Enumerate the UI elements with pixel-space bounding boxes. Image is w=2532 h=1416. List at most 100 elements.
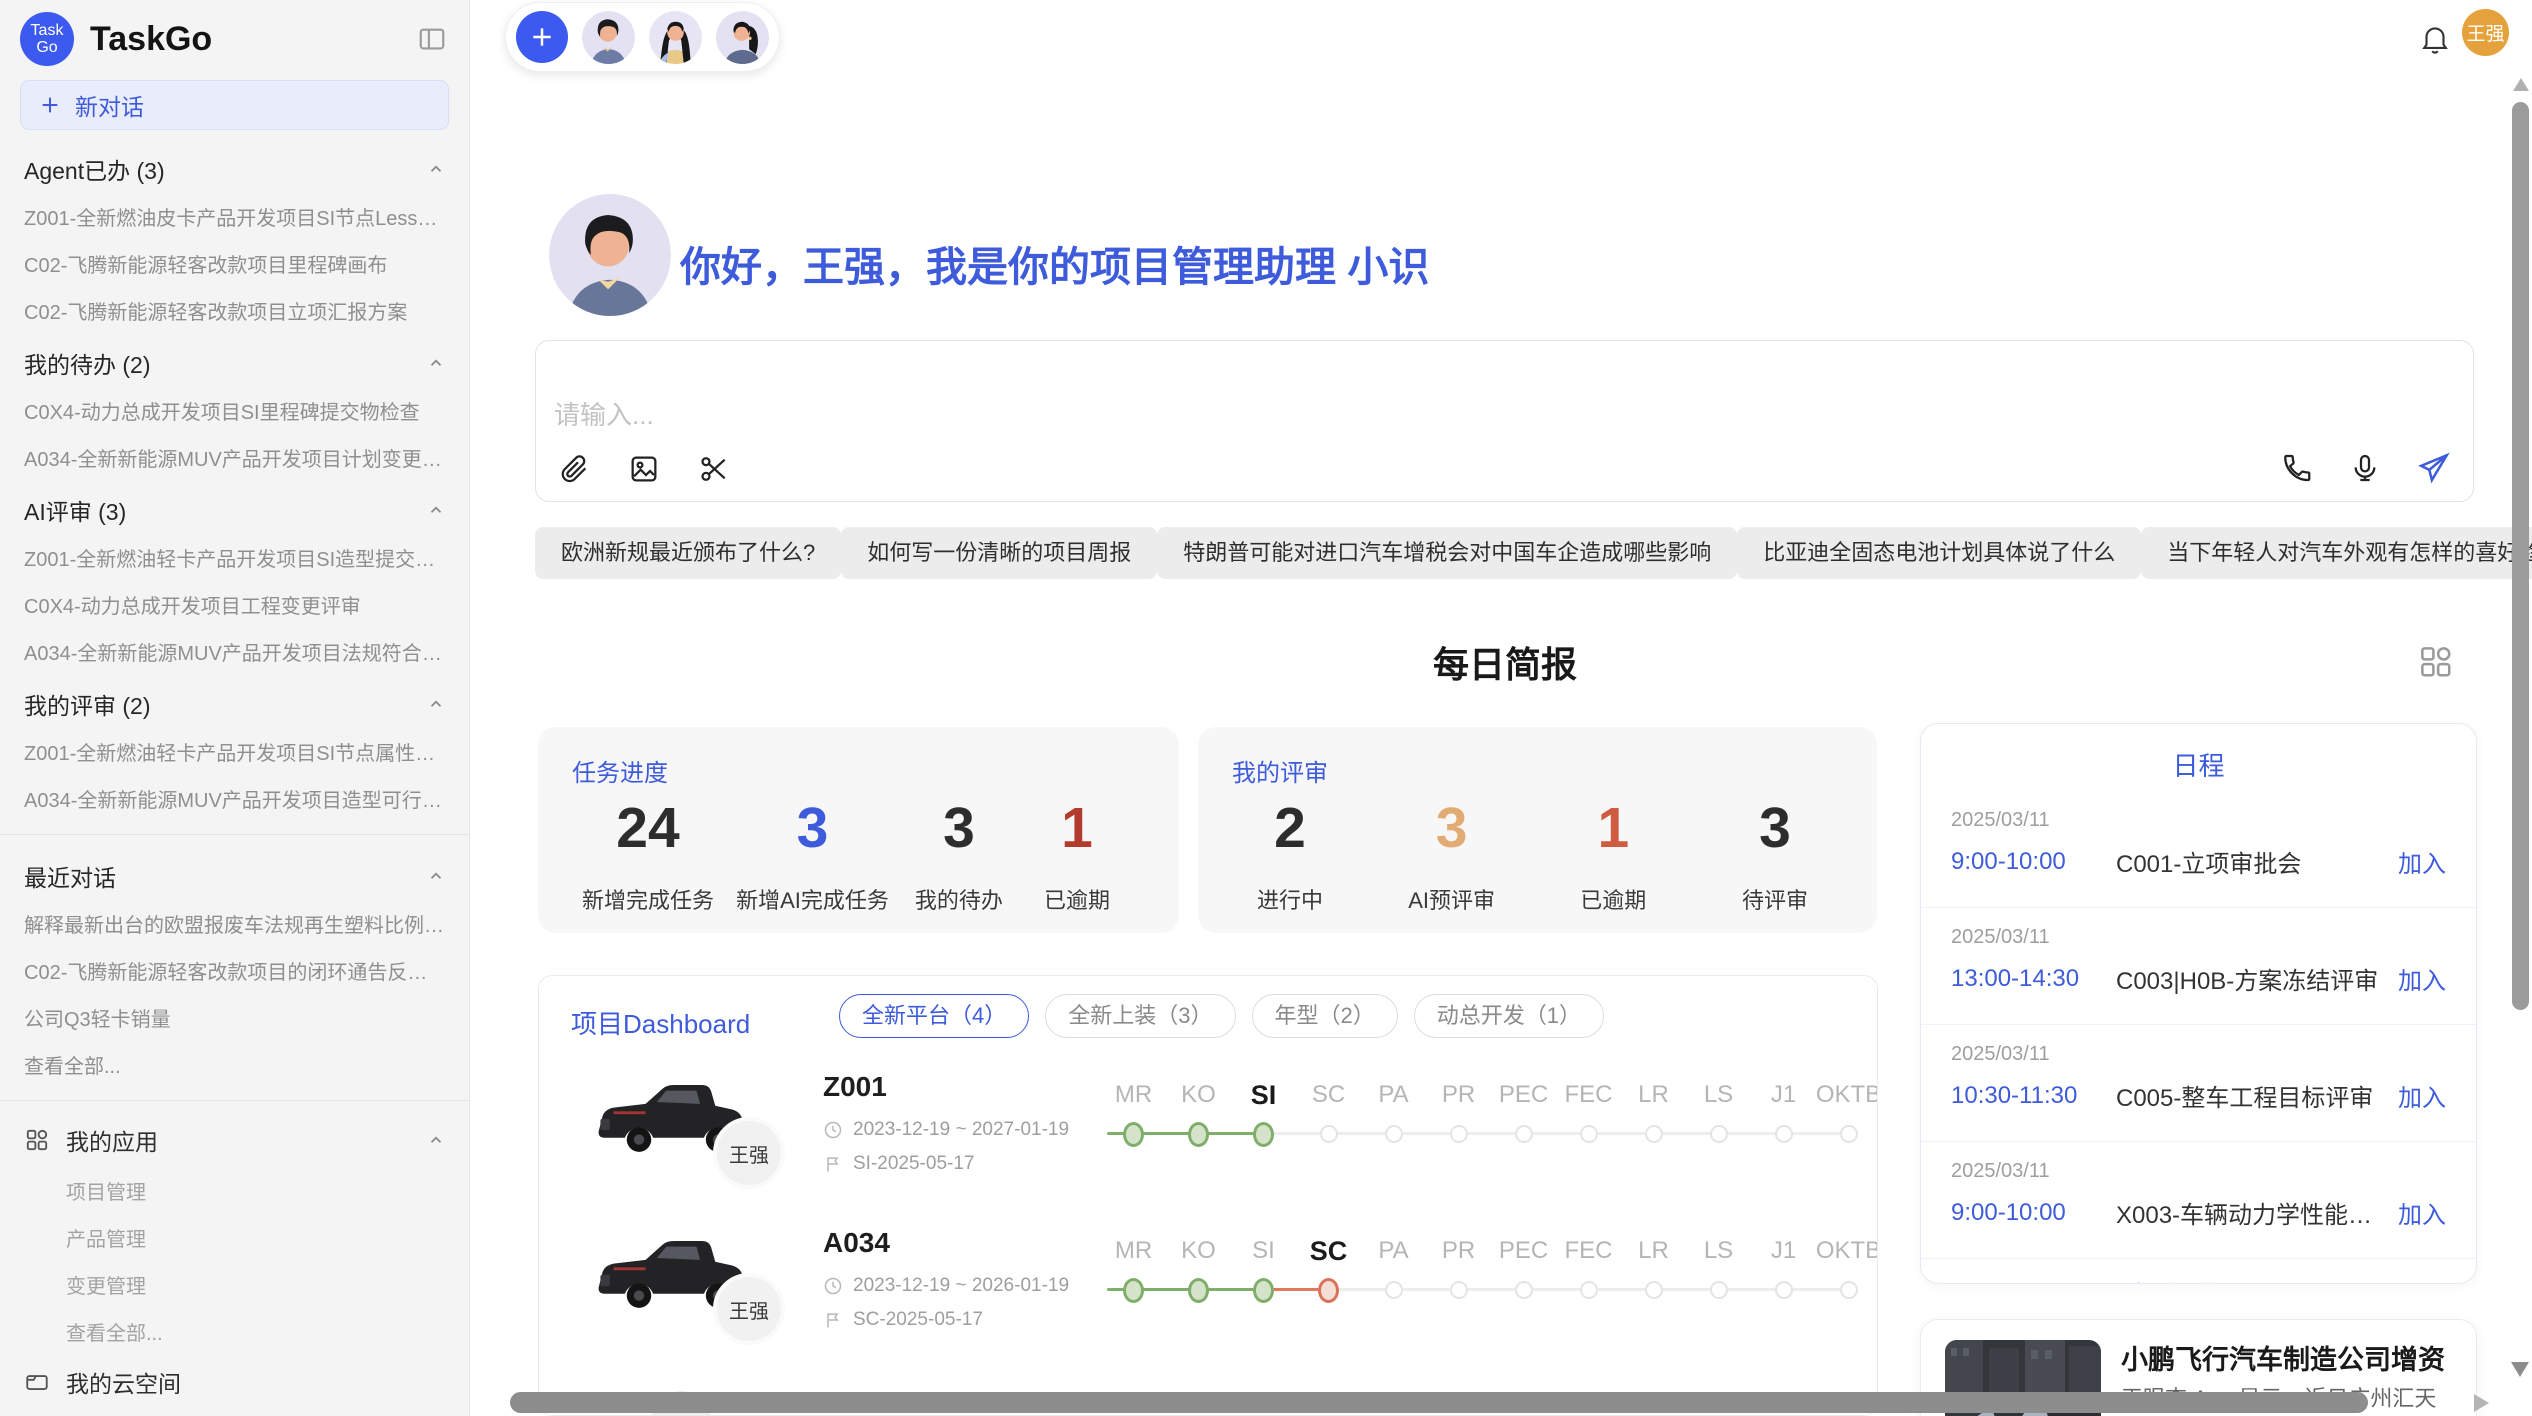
flag-icon: [823, 1154, 843, 1174]
milestone-label: MR: [1115, 1235, 1152, 1267]
microphone-icon: [2349, 452, 2381, 484]
milestone-dot: [1450, 1125, 1468, 1143]
project-flag-text: SC-2025-05-17: [853, 1309, 983, 1331]
stat-label: 新增AI完成任务: [736, 883, 889, 915]
sidebar-item[interactable]: A034-全新新能源MUV产品开发项目计划变更表编写: [0, 434, 469, 481]
event-name: C005-整车工程目标评审: [2116, 1078, 2386, 1113]
project-row-z001[interactable]: 王强 Z001 2023-12-19 ~ 2027-01-19 SI-2025-…: [571, 1061, 1851, 1217]
add-member-button[interactable]: [516, 11, 568, 63]
sidebar-item[interactable]: Z001-全新燃油皮卡产品开发项目SI节点Lesson Learn报告: [0, 193, 469, 240]
sidebar-item-cloud-space[interactable]: 我的云空间: [0, 1355, 469, 1409]
briefing-layout-button[interactable]: [2412, 638, 2458, 684]
suggestion-chip[interactable]: 欧洲新规最近颁布了什么?: [535, 527, 841, 579]
stat-column: 3 我的待办: [911, 799, 1007, 915]
sidebar-group-my-todo[interactable]: 我的待办 (2): [0, 334, 469, 387]
scroll-down-arrow[interactable]: [2511, 1362, 2529, 1377]
milestone-label: LR: [1638, 1079, 1669, 1111]
phone-icon: [2281, 452, 2313, 484]
join-link[interactable]: 加入: [2398, 844, 2446, 879]
milestone-timeline: MRKOSISCPAPRPECFECLRLSJ1OKTB: [1101, 1217, 1878, 1367]
recent-item[interactable]: 公司Q3轻卡销量: [0, 994, 469, 1041]
sidebar-item[interactable]: A034-全新新能源MUV产品开发项目造型可行性评审: [0, 775, 469, 822]
sidebar-item[interactable]: Z001-全新燃油轻卡产品开发项目SI造型提交物评审: [0, 534, 469, 581]
plus-icon: [529, 24, 555, 50]
milestone-dot: [1515, 1281, 1533, 1299]
milestone-label: SC: [1310, 1235, 1348, 1267]
group-title: AI评审 (3): [24, 493, 126, 527]
project-row-a034[interactable]: 王强 A034 2023-12-19 ~ 2026-01-19 SC-2025-…: [571, 1217, 1851, 1373]
sidebar-item[interactable]: C0X4-动力总成开发项目工程变更评审: [0, 581, 469, 628]
sidebar-item[interactable]: C02-飞腾新能源轻客改款项目里程碑画布: [0, 240, 469, 287]
image-upload-button[interactable]: [624, 449, 664, 489]
app-sub-item[interactable]: 变更管理: [0, 1261, 469, 1308]
recent-item[interactable]: C02-飞腾新能源轻客改款项目的闭环通告反馈情况: [0, 947, 469, 994]
project-flag: SI-2025-05-17: [823, 1153, 974, 1175]
user-avatar[interactable]: 王强: [2462, 9, 2509, 56]
recent-item[interactable]: 查看全部...: [0, 1041, 469, 1088]
group-title: 我的评审 (2): [24, 687, 151, 721]
sidebar-group-my-review[interactable]: 我的评审 (2): [0, 675, 469, 728]
sidebar-group-recent[interactable]: 最近对话: [0, 847, 469, 900]
chevron-up-icon: [427, 354, 445, 372]
chat-input[interactable]: [552, 399, 2256, 432]
milestone-dot: [1123, 1278, 1144, 1303]
voice-call-button[interactable]: [2277, 448, 2317, 488]
app-sub-item[interactable]: 查看全部...: [0, 1308, 469, 1355]
join-link[interactable]: 加入: [2398, 1078, 2446, 1113]
suggestion-chip[interactable]: 当下年轻人对汽车外观有怎样的喜好趋势: [2141, 527, 2532, 579]
notification-bell-button[interactable]: [2414, 18, 2456, 60]
scroll-up-arrow[interactable]: [2513, 78, 2529, 91]
suggestion-chip[interactable]: 特朗普可能对进口汽车增税会对中国车企造成哪些影响: [1157, 527, 1737, 579]
stat-column: 2 进行中: [1242, 799, 1338, 915]
view-all-schedule-link[interactable]: 查看所有日程: [1921, 1259, 2476, 1284]
event-time: 13:00-14:30: [1951, 965, 2116, 993]
microphone-button[interactable]: [2345, 448, 2385, 488]
horizontal-scrollbar-thumb[interactable]: [510, 1392, 2368, 1413]
send-button[interactable]: [2413, 447, 2455, 489]
new-chat-button[interactable]: 新对话: [20, 80, 449, 130]
screenshot-button[interactable]: [694, 449, 734, 489]
sidebar: Task Go TaskGo 新对话 Agent已办 (3): [0, 0, 470, 1416]
new-chat-label: 新对话: [75, 88, 144, 122]
divider: [0, 834, 469, 835]
sidebar-item[interactable]: C02-飞腾新能源轻客改款项目立项汇报方案: [0, 287, 469, 334]
milestone-dot: [1645, 1125, 1663, 1143]
app-sub-item[interactable]: 项目管理: [0, 1167, 469, 1214]
suggestion-chip[interactable]: 如何写一份清晰的项目周报: [841, 527, 1157, 579]
sidebar-group-agent-done[interactable]: Agent已办 (3): [0, 140, 469, 193]
owner-badge: 王强: [713, 1117, 785, 1189]
sidebar-group-ai-review[interactable]: AI评审 (3): [0, 481, 469, 534]
logo-text-bottom: Go: [36, 39, 57, 56]
milestone-dot: [1253, 1122, 1274, 1147]
join-link[interactable]: 加入: [2398, 1195, 2446, 1230]
milestone-dot: [1450, 1281, 1468, 1299]
sidebar-item[interactable]: A034-全新新能源MUV产品开发项目法规符合性评审: [0, 628, 469, 675]
image-icon: [628, 453, 660, 485]
join-link[interactable]: 加入: [2398, 961, 2446, 996]
teammate-avatar-1[interactable]: [582, 11, 635, 64]
milestone-label: KO: [1181, 1235, 1216, 1267]
briefing-title: 每日简报: [535, 636, 2475, 688]
project-code: Z001: [823, 1071, 887, 1103]
suggestion-chip[interactable]: 比亚迪全固态电池计划具体说了什么: [1737, 527, 2141, 579]
schedule-event: 2025/03/11 9:00-10:00 X003-车辆动力学性能验... 加…: [1921, 1142, 2476, 1259]
recent-item[interactable]: 解释最新出台的欧盟报废车法规再生塑料比例被调至15%...: [0, 900, 469, 947]
sidebar-item-my-apps[interactable]: 我的应用: [0, 1113, 469, 1167]
sidebar-item[interactable]: Z001-全新燃油轻卡产品开发项目SI节点属性5D文件评审: [0, 728, 469, 775]
sidebar-item-favorites[interactable]: 我的收藏: [0, 1409, 469, 1416]
sidebar-item[interactable]: C0X4-动力总成开发项目SI里程碑提交物检查: [0, 387, 469, 434]
tab-powertrain[interactable]: 动总开发（1）: [1414, 994, 1604, 1038]
attach-button[interactable]: [554, 449, 594, 489]
scroll-right-arrow[interactable]: [2474, 1394, 2489, 1412]
send-icon: [2417, 451, 2451, 485]
stat-label: 我的待办: [911, 883, 1007, 915]
sidebar-collapse-button[interactable]: [413, 20, 451, 58]
app-sub-item[interactable]: 产品管理: [0, 1214, 469, 1261]
tab-year-model[interactable]: 年型（2）: [1252, 994, 1398, 1038]
group-agent-done-list: Z001-全新燃油皮卡产品开发项目SI节点Lesson Learn报告C02-飞…: [0, 193, 469, 334]
teammate-avatar-2[interactable]: [649, 11, 702, 64]
tab-new-body[interactable]: 全新上装（3）: [1045, 994, 1235, 1038]
vertical-scrollbar-thumb[interactable]: [2512, 102, 2529, 1010]
teammate-avatar-3[interactable]: [716, 11, 769, 64]
tab-all-new-platform[interactable]: 全新平台（4）: [839, 994, 1029, 1038]
